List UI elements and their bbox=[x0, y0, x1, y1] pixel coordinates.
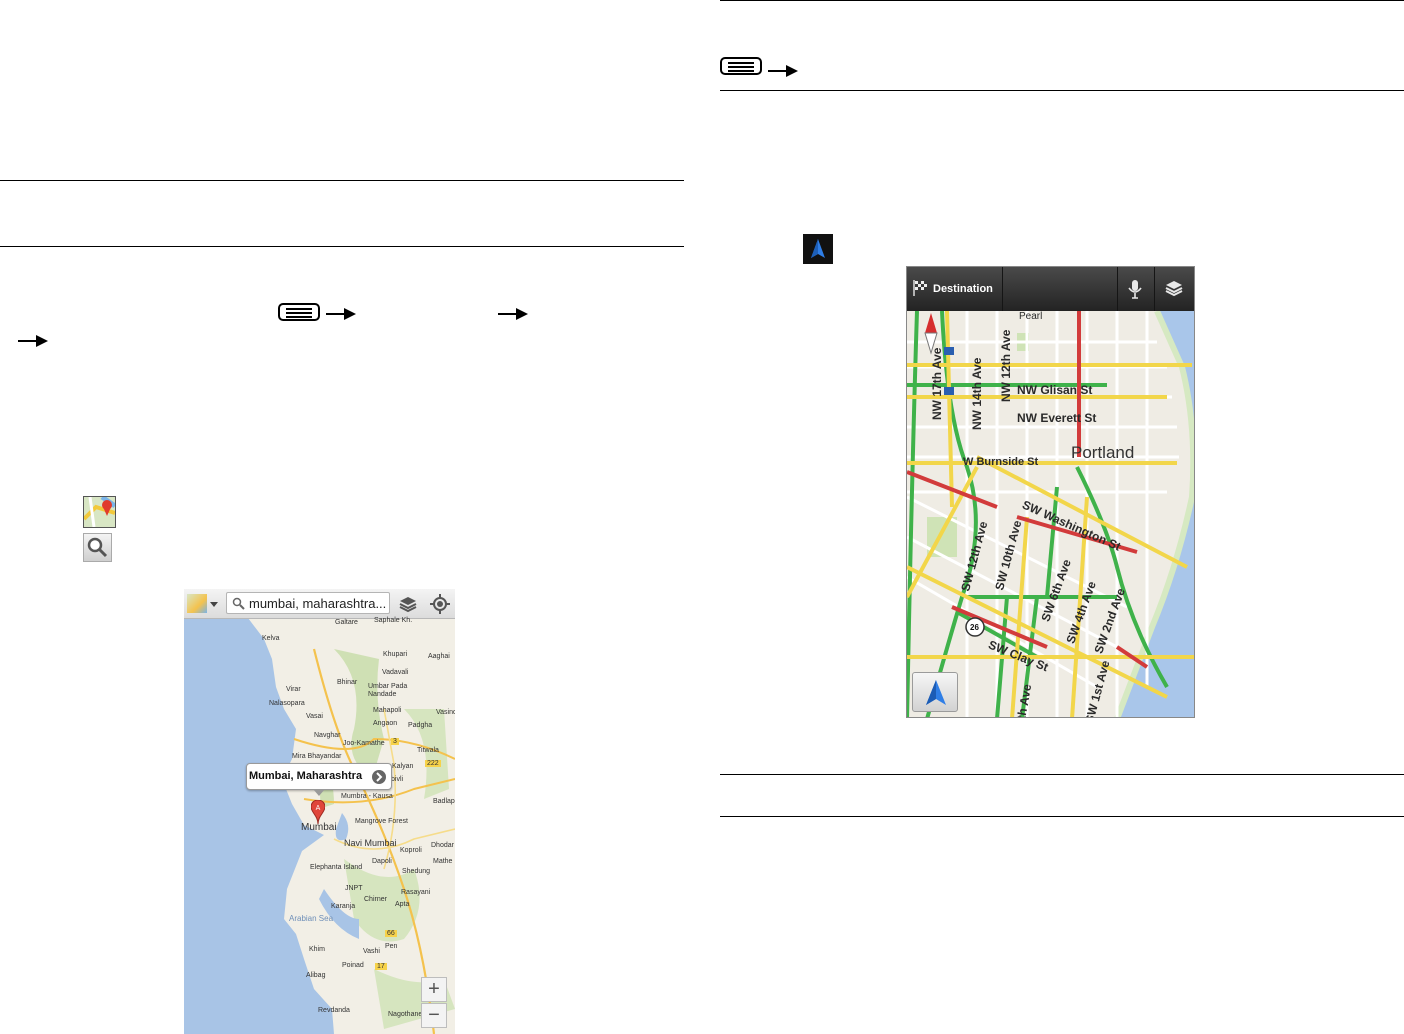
chevron-down-icon[interactable] bbox=[210, 602, 218, 607]
map-place-label: Elephanta Island bbox=[310, 864, 363, 871]
map-pin-icon[interactable]: A bbox=[311, 800, 325, 824]
arrow-right-icon bbox=[498, 308, 528, 320]
map-place-label: Shedung bbox=[402, 868, 431, 875]
svg-text:A: A bbox=[316, 805, 321, 812]
street-label: NW Everett St bbox=[1017, 411, 1097, 425]
map-place-label: Arabian Sea bbox=[289, 914, 334, 923]
highway-shield: 66 bbox=[385, 930, 397, 937]
map-place-label: Chirner bbox=[364, 896, 387, 903]
map-place-label: Mathe bbox=[433, 858, 453, 865]
arrow-right-icon bbox=[768, 65, 798, 77]
highway-shield: 222 bbox=[425, 760, 441, 767]
divider-right-2 bbox=[720, 90, 1404, 91]
layers-icon[interactable] bbox=[1163, 278, 1185, 300]
map-place-label: Virar bbox=[286, 686, 301, 693]
map-place-label: Nalasopara bbox=[269, 700, 305, 707]
map-place-label: Kalyan bbox=[392, 763, 414, 770]
map-place-label: Dhodar bbox=[431, 842, 454, 849]
layers-icon[interactable] bbox=[397, 594, 419, 614]
highway-shield: 17 bbox=[375, 963, 387, 970]
chevron-right-icon[interactable] bbox=[371, 769, 387, 785]
maps-app-icon bbox=[83, 496, 116, 528]
place-callout[interactable]: Mumbai, Maharashtra bbox=[246, 763, 392, 796]
zoom-in-button[interactable]: + bbox=[421, 977, 447, 1002]
map-place-label: Bhinar bbox=[337, 679, 358, 686]
street-label: NW 17th Ave bbox=[930, 347, 944, 420]
callout-title: Mumbai, Maharashtra bbox=[249, 770, 363, 782]
zoom-out-button[interactable]: − bbox=[421, 1003, 447, 1028]
arrow-right-icon bbox=[326, 308, 356, 320]
portland-navigation-screenshot: Destination Pearl NW Glisan St NW Everett … bbox=[906, 266, 1195, 718]
search-icon bbox=[232, 597, 245, 610]
nav-map bbox=[907, 309, 1194, 717]
map-place-label: Navghar bbox=[314, 732, 341, 739]
map-place-label: Mahapoli bbox=[373, 707, 402, 714]
divider-top-left bbox=[0, 180, 684, 181]
my-location-icon[interactable] bbox=[429, 593, 451, 615]
street-label: NW 12th Ave bbox=[999, 329, 1013, 402]
microphone-icon[interactable] bbox=[1127, 279, 1143, 299]
map-place-label: Mangrove Forest bbox=[355, 818, 408, 825]
map-place-label: Revdanda bbox=[318, 1007, 350, 1014]
map-place-label: Pen bbox=[385, 943, 398, 950]
map-place-label: Vasind bbox=[436, 709, 455, 716]
map-place-label: Badlap bbox=[433, 798, 455, 805]
map-place-label: Aaghai bbox=[428, 653, 450, 660]
menu-key-icon bbox=[278, 303, 320, 321]
route-shield: 26 bbox=[970, 623, 979, 632]
map-place-label: Nagothane bbox=[388, 1011, 423, 1018]
street-label: Pearl bbox=[1019, 311, 1043, 322]
map-search-input[interactable]: mumbai, maharashtra... bbox=[226, 592, 390, 614]
map-place-label: JNPT bbox=[345, 885, 363, 892]
map-place-label: Umbar Pada Nandade bbox=[368, 683, 408, 698]
map-place-label: Koproli bbox=[400, 847, 422, 854]
map-place-label: Saphale Kh. bbox=[374, 617, 413, 624]
mumbai-map-screenshot: mumbai, maharashtra... Kelva Saphale Kh. G… bbox=[184, 589, 455, 1034]
map-place-label: Khim bbox=[309, 946, 325, 953]
map-search-text: mumbai, maharashtra... bbox=[249, 596, 387, 611]
navigation-app-icon bbox=[803, 234, 833, 264]
divider-bottom-left bbox=[0, 246, 684, 247]
map-place-label: Karanja bbox=[331, 903, 356, 910]
map-layers-thumb-icon[interactable] bbox=[187, 594, 207, 613]
map-place-label: Titwala bbox=[417, 747, 439, 754]
search-icon bbox=[83, 533, 112, 562]
city-label: Mumbai bbox=[301, 822, 337, 833]
highway-shield: 3 bbox=[391, 738, 399, 745]
navigation-mode-button[interactable] bbox=[912, 672, 958, 712]
divider-right-4 bbox=[720, 816, 1404, 817]
map-place-label: Angaon bbox=[373, 720, 398, 727]
street-label: W Burnside St bbox=[963, 456, 1039, 468]
map-place-label: Dapoli bbox=[372, 858, 392, 865]
destination-button[interactable]: Destination bbox=[933, 283, 993, 295]
map-place-label: Joo-Kamathe bbox=[343, 740, 385, 747]
map-place-label: Poinad bbox=[342, 962, 364, 969]
navigation-arrow-icon bbox=[926, 680, 946, 705]
map-place-label: Mira Bhayandar bbox=[292, 753, 342, 760]
menu-key-icon bbox=[720, 57, 762, 75]
divider-top-right bbox=[720, 0, 1404, 1]
map-place-label: Galtare bbox=[335, 619, 358, 626]
checkered-flag-icon bbox=[913, 280, 927, 296]
map-place-label: Vasai bbox=[306, 713, 323, 720]
map-place-label: Vadavali bbox=[382, 669, 409, 676]
street-label: NW 14th Ave bbox=[970, 357, 984, 430]
map-place-label: Rasayani bbox=[401, 889, 431, 896]
map-place-label: Khupari bbox=[383, 651, 408, 658]
map-place-label: Apta bbox=[395, 901, 410, 908]
map-place-label: Padgha bbox=[408, 722, 433, 729]
nav-toolbar: Destination bbox=[907, 267, 1194, 311]
city-label: Portland bbox=[1071, 443, 1135, 462]
divider-right-3 bbox=[720, 774, 1404, 775]
map-place-label: Mumbra - Kausa bbox=[341, 793, 393, 800]
map-place-label: Vashi bbox=[363, 948, 380, 955]
street-label: NW Glisan St bbox=[1017, 383, 1093, 397]
arrow-right-icon bbox=[18, 335, 48, 347]
map-place-label: bivli bbox=[391, 776, 404, 783]
map-place-label: Kelva bbox=[262, 635, 280, 642]
map-place-label: Navi Mumbai bbox=[344, 838, 397, 848]
map-place-label: Alibag bbox=[306, 972, 326, 979]
